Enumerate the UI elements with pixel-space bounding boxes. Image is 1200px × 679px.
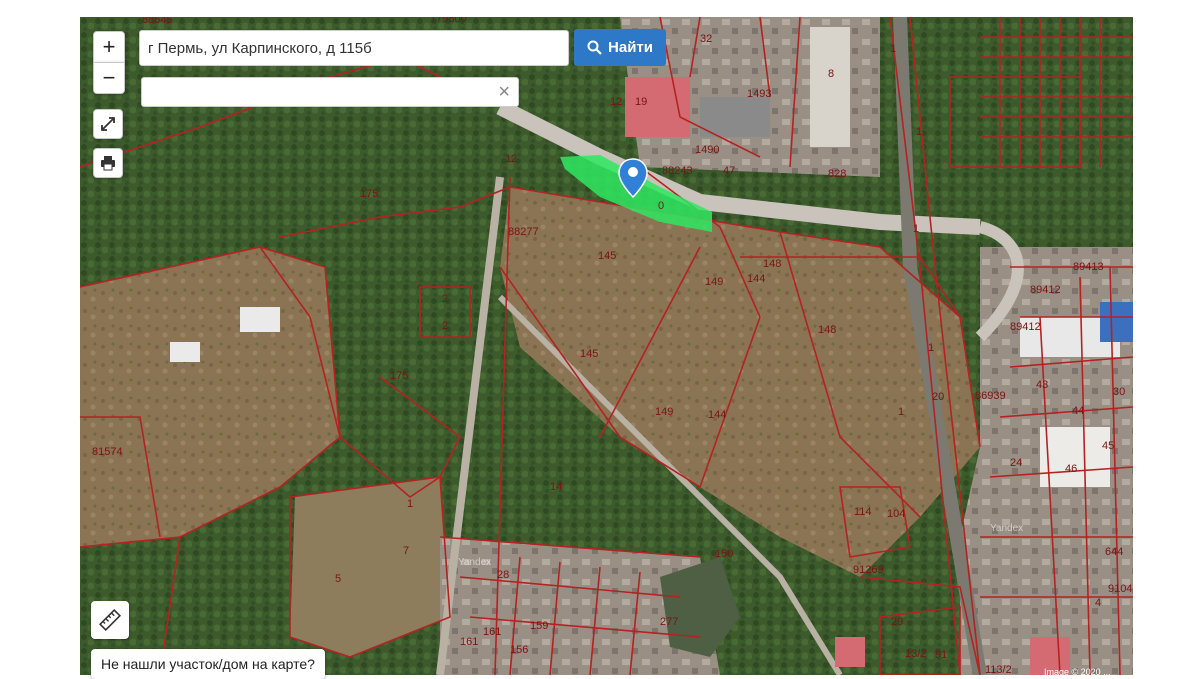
parcel-label: 644 — [1105, 546, 1123, 558]
secondary-search-input[interactable]: × — [141, 77, 519, 107]
search-button-label: Найти — [608, 39, 653, 56]
parcel-label: 145 — [598, 250, 616, 262]
building — [700, 97, 770, 137]
fullscreen-button[interactable] — [93, 109, 123, 139]
expand-icon — [101, 117, 115, 131]
parcel-label: 91269 — [853, 564, 884, 576]
parcel-label: 12 — [610, 96, 622, 108]
parcel-label: 12 — [505, 153, 517, 165]
parcel-label: 150 — [715, 548, 733, 560]
parcel-label: 44 — [1072, 405, 1084, 417]
parcel-label: 86939 — [975, 390, 1006, 402]
parcel-label: 145 — [580, 348, 598, 360]
parcel-label: 14 — [550, 481, 562, 493]
parcel-label: 30 — [1113, 386, 1125, 398]
parcel-label: 7 — [403, 545, 409, 557]
parcel-label: 20 — [932, 391, 944, 403]
parcel-label: 1 — [916, 126, 922, 138]
parcel-label: 114 — [854, 506, 872, 518]
parcel-label: 19 — [635, 96, 647, 108]
parcel-label: 1490 — [695, 144, 719, 156]
parcel-label: 113/2 — [985, 664, 1012, 675]
zoom-out-button[interactable]: − — [93, 62, 125, 94]
parcel-label: 1 — [890, 43, 896, 55]
parcel-label: 45 — [1102, 440, 1114, 452]
search-button[interactable]: Найти — [574, 29, 666, 66]
parcel-label: 1 — [407, 498, 413, 510]
parcel-label: 89412 — [1030, 284, 1061, 296]
map-watermark: Yandex — [458, 557, 492, 568]
parcel-label: 148 — [763, 258, 781, 270]
parcel-label: 89412 — [1010, 321, 1041, 333]
parcel-label: 149 — [705, 276, 723, 288]
parcel-label: 179800 — [430, 17, 467, 25]
map-watermark: Yandex — [990, 523, 1024, 534]
building — [1040, 427, 1110, 487]
building — [835, 637, 865, 667]
parcel-label: 149 — [655, 406, 673, 418]
parcel-label: 91042 — [1108, 583, 1133, 595]
clear-icon[interactable]: × — [498, 81, 510, 103]
parcel-label: 161 — [460, 636, 478, 648]
zoom-in-button[interactable]: + — [93, 31, 125, 63]
parcel-label: 47 — [723, 165, 735, 177]
parcel-label: 88243 — [662, 165, 693, 177]
parcel-label: 4 — [1095, 597, 1101, 609]
building — [240, 307, 280, 332]
parcel-label: 89413 — [1073, 261, 1104, 273]
parcel-label: 2 — [442, 320, 448, 332]
parcel-label: 8 — [828, 68, 834, 80]
building — [810, 27, 850, 147]
ruler-icon — [99, 609, 121, 631]
parcel-label: 1493 — [747, 88, 771, 100]
parcel-label: 1 — [898, 406, 904, 418]
parcel-label: 1 — [928, 342, 934, 354]
address-search-input[interactable]: г Пермь, ул Карпинского, д 115б — [139, 30, 569, 66]
map-copyright: Image © 2020 ... — [1044, 667, 1111, 675]
parcel-label: 277 — [660, 616, 678, 628]
parcel-label: 28 — [497, 569, 509, 581]
print-button[interactable] — [93, 148, 123, 178]
parcel-label: 104 — [887, 508, 905, 520]
search-icon — [587, 40, 602, 55]
parcel-label: 144 — [708, 409, 726, 421]
parcel-label: 0 — [658, 200, 664, 212]
parcel-label: 828 — [828, 168, 846, 180]
parcel-label: 46 — [1065, 463, 1077, 475]
ruler-button[interactable] — [91, 601, 129, 639]
parcel-label: 144 — [747, 273, 765, 285]
parcel-label: 159 — [530, 620, 548, 632]
parcel-label: 2 — [442, 293, 448, 305]
parcel-label: 88545 — [142, 17, 173, 26]
cadastral-map[interactable]: 88545 179800 32 1 8 1493 12 19 1490 1 12… — [80, 17, 1133, 675]
parcel-label: 161 — [483, 626, 501, 638]
parcel-label: 29 — [891, 616, 903, 628]
parcel-label: 1 — [913, 223, 919, 235]
map-canvas[interactable]: 88545 179800 32 1 8 1493 12 19 1490 1 12… — [80, 17, 1133, 675]
parcel-label: 5 — [335, 573, 341, 585]
parcel-label: 13/2 — [905, 648, 926, 660]
parcel-label: 43 — [1036, 379, 1048, 391]
parcel-label: 88277 — [508, 226, 539, 238]
building — [170, 342, 200, 362]
parcel-label: 32 — [700, 33, 712, 45]
parcel-label: 91 — [935, 649, 947, 661]
parcel-label: 24 — [1010, 457, 1022, 469]
building — [1100, 302, 1133, 342]
parcel-label: 81574 — [92, 446, 123, 458]
parcel-label: 175 — [360, 188, 378, 200]
parcel-label: 148 — [818, 324, 836, 336]
parcel-label: 175 — [390, 370, 408, 382]
parcel-label: 156 — [510, 644, 528, 656]
printer-icon — [101, 156, 115, 171]
